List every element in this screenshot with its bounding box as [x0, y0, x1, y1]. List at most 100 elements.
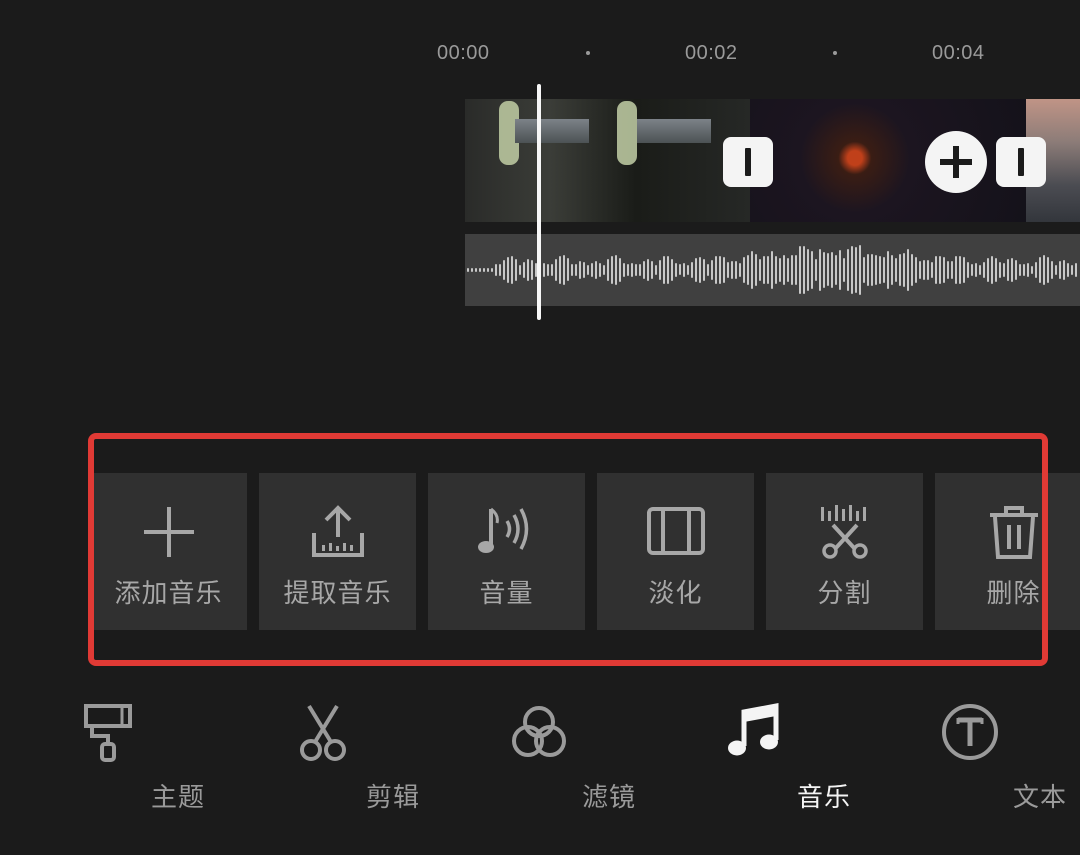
music-icon	[728, 702, 779, 756]
waveform-bar	[859, 245, 861, 295]
waveform-bar	[995, 257, 997, 283]
waveform-bar	[855, 246, 857, 294]
waveform-bar	[755, 254, 757, 286]
waveform-bar	[955, 255, 957, 285]
waveform-bar	[819, 248, 821, 292]
waveform-bar	[899, 254, 901, 286]
waveform-bar	[771, 251, 773, 289]
ruler-time-1: 00:02	[685, 42, 738, 64]
nav-music[interactable]: 音乐	[684, 700, 850, 820]
waveform-bar	[959, 255, 961, 285]
waveform-bar	[911, 254, 913, 286]
waveform-bar	[707, 263, 709, 277]
add-music-label: 添加音乐	[114, 579, 223, 609]
waveform-bar	[887, 250, 889, 290]
waveform-bar	[511, 256, 513, 284]
waveform-bar	[655, 265, 657, 275]
waveform-bar	[827, 253, 829, 287]
waveform-bar	[635, 263, 637, 277]
waveform-bar	[779, 258, 781, 282]
video-clip-1[interactable]	[465, 99, 750, 222]
waveform-bar	[691, 261, 693, 279]
waveform-bar	[631, 262, 633, 278]
waveform-bar	[1007, 259, 1009, 281]
nav-text-label: 文本	[1012, 783, 1067, 813]
waveform-bar	[579, 261, 581, 279]
split-button[interactable]: 分割	[766, 473, 923, 630]
waveform-bar	[879, 256, 881, 284]
waveform-bar	[735, 260, 737, 280]
waveform-bar	[523, 262, 525, 278]
waveform-bar	[891, 255, 893, 285]
waveform-bar	[951, 261, 953, 279]
waveform-bar	[903, 252, 905, 288]
add-music-button[interactable]: 添加音乐	[90, 473, 247, 630]
clip-trim-handle[interactable]	[723, 137, 773, 187]
scissors-icon	[300, 704, 346, 761]
waveform-bar	[931, 262, 933, 278]
waveform-bar	[739, 262, 741, 278]
text-icon	[942, 704, 998, 760]
nav-edit[interactable]: 剪辑	[253, 700, 419, 820]
waveform-bar	[667, 255, 669, 285]
nav-filter[interactable]: 滤镜	[469, 700, 635, 820]
split-icon	[821, 505, 868, 559]
waveform-bar	[495, 264, 497, 276]
waveform-bar	[1063, 260, 1065, 280]
add-clip-button[interactable]	[925, 131, 987, 193]
waveform-bar	[803, 245, 805, 294]
waveform-bar	[531, 259, 533, 281]
waveform-bar	[699, 257, 701, 283]
volume-button[interactable]: 音量	[428, 473, 585, 630]
waveform-bar	[979, 265, 981, 275]
waveform-bar	[1047, 256, 1049, 284]
playhead[interactable]	[537, 84, 541, 320]
waveform-bar	[551, 264, 553, 276]
waveform-bar	[851, 245, 853, 295]
waveform-bar	[583, 262, 585, 278]
waveform-bar	[611, 255, 613, 285]
waveform-bar	[987, 257, 989, 283]
nav-theme[interactable]: 主题	[38, 700, 204, 820]
waveform-bar	[1003, 263, 1005, 277]
nav-filter-label: 滤镜	[581, 783, 636, 813]
waveform-bar	[843, 258, 845, 282]
thumbnail-window	[617, 101, 637, 165]
waveform-bar	[795, 254, 797, 286]
delete-label: 删除	[986, 579, 1041, 609]
filter-icon	[512, 706, 566, 757]
nav-text[interactable]: 文本	[900, 700, 1066, 820]
plus-icon	[940, 146, 972, 178]
waveform-bar	[971, 264, 973, 276]
waveform-bar	[867, 254, 869, 286]
nav-music-label: 音乐	[796, 783, 851, 813]
music-tool-row[interactable]: 添加音乐 提取音乐 音量 淡化 分割 删除	[90, 473, 1080, 630]
waveform-bar	[787, 257, 789, 283]
ruler-time-2: 00:04	[932, 42, 985, 64]
waveform-bar	[1019, 264, 1021, 276]
waveform-bar	[643, 260, 645, 280]
plus-icon	[144, 507, 194, 557]
fade-button[interactable]: 淡化	[597, 473, 754, 630]
waveform-bar	[475, 268, 477, 272]
waveform-bar	[491, 268, 493, 272]
fade-icon	[647, 507, 705, 555]
waveform-bar	[811, 250, 813, 290]
waveform-bar	[647, 259, 649, 281]
waveform-bar	[619, 258, 621, 282]
waveform-bar	[559, 255, 561, 285]
extract-music-button[interactable]: 提取音乐	[259, 473, 416, 630]
waveform-bar	[679, 264, 681, 276]
brush-icon	[84, 704, 132, 762]
clip-trim-handle[interactable]	[996, 137, 1046, 187]
waveform-bar	[939, 255, 941, 285]
waveform-bar	[1071, 265, 1073, 275]
waveform-bar	[743, 256, 745, 284]
waveform-bar	[723, 257, 725, 283]
delete-button[interactable]: 删除	[935, 473, 1080, 630]
waveform-bar	[555, 259, 557, 281]
audio-waveform-track[interactable]	[465, 234, 1080, 306]
waveform-bar	[671, 258, 673, 282]
waveform-bar	[1055, 265, 1057, 275]
waveform-bar	[479, 268, 481, 272]
